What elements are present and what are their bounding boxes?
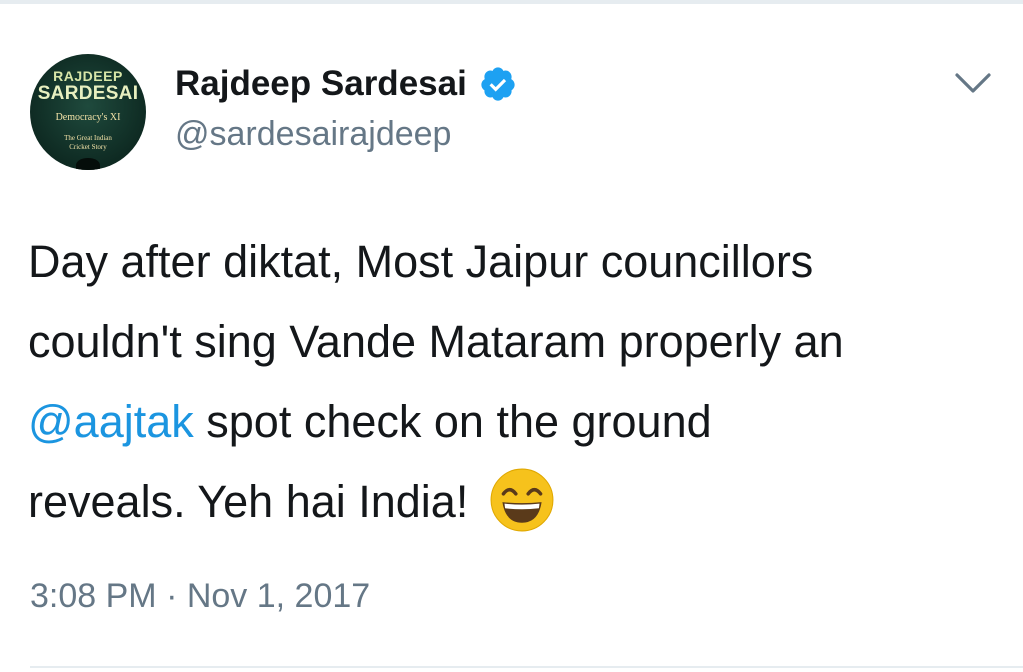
tweet-text: Day after diktat, Most Jaipur councillor…: [28, 222, 1008, 542]
tweet-text-line4: reveals. Yeh hai India!: [28, 462, 1008, 542]
author-handle[interactable]: @sardesairajdeep: [175, 115, 451, 154]
tweet-text-line3: @aajtak spot check on the ground: [28, 382, 1008, 462]
chevron-down-icon[interactable]: [953, 70, 993, 96]
grinning-face-emoji-icon: [490, 468, 554, 532]
tweet-text-line3-rest: spot check on the ground: [193, 396, 712, 447]
avatar[interactable]: RAJDEEP SARDESAI Democracy's XI The Grea…: [30, 54, 146, 170]
author-display-name[interactable]: Rajdeep Sardesai: [175, 64, 467, 104]
tweet-text-line2: couldn't sing Vande Mataram properly an: [28, 316, 844, 367]
author-name-row: Rajdeep Sardesai: [175, 62, 517, 106]
tweet-timestamp[interactable]: 3:08 PM · Nov 1, 2017: [30, 577, 370, 616]
tweet-text-line4-text: reveals. Yeh hai India!: [28, 476, 481, 527]
tweet-text-line1: Day after diktat, Most Jaipur councillor…: [28, 236, 814, 287]
avatar-decoration: [76, 158, 100, 170]
avatar-text-line3: Democracy's XI: [55, 112, 121, 123]
avatar-text-line4: The Great Indian Cricket Story: [64, 134, 112, 151]
verified-badge-icon: [481, 67, 515, 101]
avatar-text-line2: SARDESAI: [37, 83, 139, 104]
avatar-text-line1: RAJDEEP: [53, 68, 123, 84]
tweet-card: RAJDEEP SARDESAI Democracy's XI The Grea…: [0, 0, 1023, 672]
bottom-divider: [30, 666, 1023, 668]
mention-link[interactable]: @aajtak: [28, 396, 194, 447]
